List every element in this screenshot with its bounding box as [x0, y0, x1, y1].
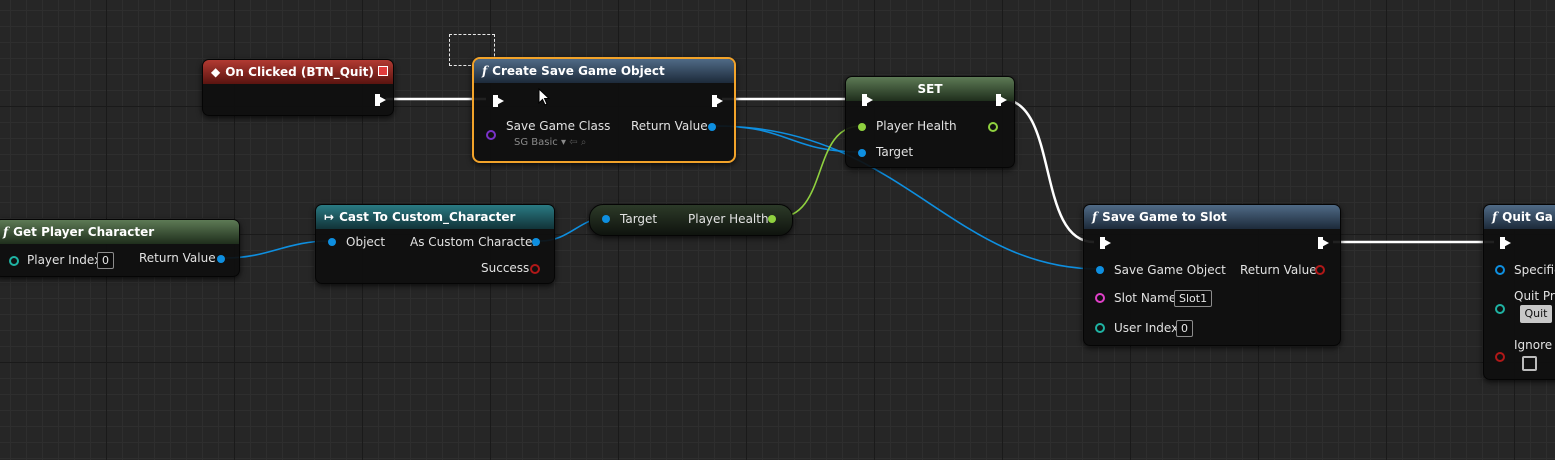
specific-player-pin[interactable] — [1495, 265, 1505, 275]
target-pin[interactable] — [602, 215, 610, 223]
node-header[interactable]: ↦ Cast To Custom_Character — [316, 205, 554, 229]
player-index-field[interactable]: 0 — [97, 252, 114, 269]
as-custom-character-label: As Custom Character — [410, 235, 538, 249]
slot-name-label: Slot Name — [1114, 291, 1177, 305]
target-label: Target — [620, 212, 658, 226]
quit-preference-label: Quit Pr — [1514, 289, 1555, 303]
exec-out-pin[interactable] — [1318, 237, 1329, 249]
save-game-object-pin[interactable] — [1096, 266, 1104, 274]
exec-in-pin[interactable] — [1500, 237, 1511, 249]
browse-arrow-icon[interactable]: ⇦ — [569, 137, 577, 148]
save-game-object-label: Save Game Object — [1114, 263, 1226, 277]
node-on-clicked[interactable]: ◆ On Clicked (BTN_Quit) — [202, 59, 394, 116]
node-create-save-game-object[interactable]: f Create Save Game Object Save Game Class… — [472, 57, 736, 163]
node-title: On Clicked (BTN_Quit) — [225, 65, 374, 79]
player-health-label: Player Health — [876, 119, 957, 133]
node-title: Quit Ga — [1502, 210, 1553, 224]
exec-out-pin[interactable] — [712, 95, 723, 107]
ignore-restriction-pin[interactable] — [1495, 352, 1505, 362]
exec-in-pin[interactable] — [1100, 237, 1111, 249]
user-index-label: User Index — [1114, 321, 1179, 335]
quit-preference-pin[interactable] — [1495, 304, 1505, 314]
node-title: Get Player Character — [13, 225, 155, 239]
exec-in-pin[interactable] — [493, 95, 504, 107]
as-custom-character-pin[interactable] — [532, 238, 540, 246]
save-game-class-pin[interactable] — [486, 130, 496, 140]
player-index-pin[interactable] — [9, 256, 19, 266]
node-header[interactable]: f Get Player Character — [0, 220, 239, 244]
return-value-pin[interactable] — [1315, 265, 1325, 275]
ignore-restriction-label: Ignore — [1514, 338, 1553, 352]
search-icon[interactable]: ⌕ — [581, 137, 587, 148]
success-pin[interactable] — [530, 264, 540, 274]
delegate-pin[interactable] — [378, 66, 388, 76]
ignore-restriction-checkbox[interactable] — [1522, 356, 1537, 371]
target-label: Target — [876, 145, 914, 159]
return-value-label: Return Value — [139, 251, 216, 265]
object-label: Object — [346, 235, 386, 249]
slot-name-pin[interactable] — [1095, 293, 1105, 303]
dropdown-value: SG Basic — [514, 137, 558, 148]
mouse-cursor-icon — [538, 88, 550, 106]
slot-name-field[interactable]: Slot1 — [1174, 290, 1213, 307]
save-game-class-dropdown[interactable]: SG Basic ▾ ⇦ ⌕ — [514, 136, 586, 150]
return-value-label: Return Value — [1240, 263, 1317, 277]
node-header[interactable]: f Create Save Game Object — [474, 59, 734, 83]
node-title: Cast To Custom_Character — [339, 210, 516, 224]
node-cast-to-custom-character[interactable]: ↦ Cast To Custom_Character Object As Cust… — [315, 204, 555, 284]
cast-arrow-icon: ↦ — [324, 210, 335, 224]
player-health-out-pin[interactable] — [988, 122, 998, 132]
player-health-label: Player Health — [688, 212, 769, 226]
save-game-class-label: Save Game Class — [506, 119, 611, 133]
exec-out-pin[interactable] — [375, 94, 386, 106]
success-label: Success — [481, 261, 530, 275]
object-wire-return-to-target — [715, 125, 862, 153]
object-pin[interactable] — [328, 238, 336, 246]
quit-preference-dropdown[interactable]: Quit — [1520, 305, 1552, 323]
chevron-down-icon: ▾ — [560, 137, 570, 148]
function-icon: f — [3, 225, 9, 239]
player-index-label: Player Index — [27, 253, 102, 267]
node-save-game-to-slot[interactable]: f Save Game to Slot Save Game Object Retu… — [1083, 204, 1341, 346]
specific-player-label: Specific — [1514, 263, 1555, 277]
node-header[interactable]: ◆ On Clicked (BTN_Quit) — [203, 60, 393, 84]
return-value-pin[interactable] — [708, 123, 716, 131]
node-title: Save Game to Slot — [1102, 210, 1227, 224]
player-health-out-pin[interactable] — [768, 215, 776, 223]
return-value-pin[interactable] — [217, 255, 225, 263]
function-icon: f — [1492, 210, 1498, 224]
node-title: SET — [917, 82, 943, 96]
node-get-player-health[interactable]: Target Player Health — [589, 204, 793, 236]
event-diamond-icon: ◆ — [211, 65, 221, 79]
node-title: Create Save Game Object — [492, 64, 665, 78]
node-set-player-health[interactable]: SET Player Health Target — [845, 76, 1015, 168]
node-header[interactable]: f Save Game to Slot — [1084, 205, 1340, 229]
exec-in-pin[interactable] — [862, 94, 873, 106]
target-pin[interactable] — [858, 149, 866, 157]
user-index-pin[interactable] — [1095, 323, 1105, 333]
function-icon: f — [482, 64, 488, 78]
exec-out-pin[interactable] — [996, 94, 1007, 106]
return-value-label: Return Value — [631, 119, 708, 133]
node-header[interactable]: f Quit Ga — [1484, 205, 1555, 229]
node-get-player-character[interactable]: f Get Player Character Player Index 0 Ret… — [0, 219, 240, 277]
player-health-in-pin[interactable] — [858, 123, 866, 131]
function-icon: f — [1092, 210, 1098, 224]
user-index-field[interactable]: 0 — [1176, 320, 1193, 337]
node-quit-game[interactable]: f Quit Ga Specific Quit Pr Quit Ignore — [1483, 204, 1555, 380]
